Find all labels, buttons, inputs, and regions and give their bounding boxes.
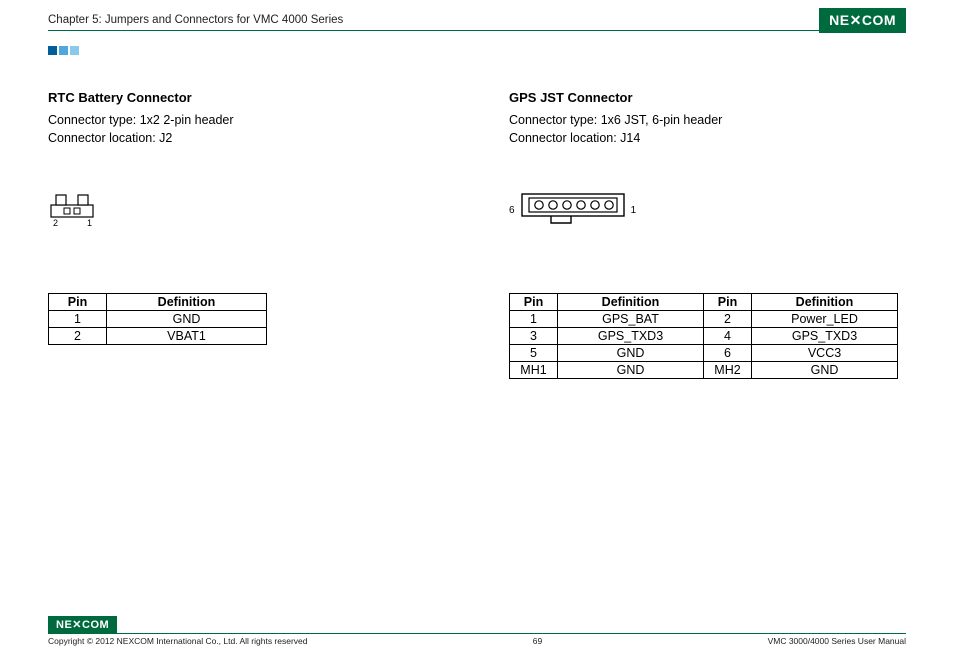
square-icon bbox=[59, 46, 68, 55]
rtc-battery-section: RTC Battery Connector Connector type: 1x… bbox=[48, 90, 445, 379]
cell-definition: GND bbox=[752, 362, 898, 379]
main-content: RTC Battery Connector Connector type: 1x… bbox=[48, 90, 906, 379]
table-row: 2 VBAT1 bbox=[49, 328, 267, 345]
footer-text-line: Copyright © 2012 NEXCOM International Co… bbox=[48, 636, 906, 646]
header-divider bbox=[48, 30, 906, 31]
col-header-definition: Definition bbox=[558, 294, 704, 311]
col-header-definition: Definition bbox=[752, 294, 898, 311]
connector-diagram-1x2: 2 1 bbox=[48, 189, 445, 243]
connector-diagram-1x6: 6 1 bbox=[509, 189, 906, 243]
cell-definition: GPS_TXD3 bbox=[752, 328, 898, 345]
connector-location-line: Connector location: J2 bbox=[48, 129, 445, 147]
footer-divider bbox=[48, 633, 906, 634]
table-row: 5 GND 6 VCC3 bbox=[510, 345, 898, 362]
table-row: MH1 GND MH2 GND bbox=[510, 362, 898, 379]
table-row: 1 GPS_BAT 2 Power_LED bbox=[510, 311, 898, 328]
table-row: 3 GPS_TXD3 4 GPS_TXD3 bbox=[510, 328, 898, 345]
decorative-squares bbox=[48, 46, 79, 55]
connector-location-line: Connector location: J14 bbox=[509, 129, 906, 147]
pin-label-2: 2 bbox=[53, 218, 58, 228]
brand-logo-top: NE✕COM bbox=[819, 8, 906, 33]
cell-definition: GPS_BAT bbox=[558, 311, 704, 328]
cell-pin: 4 bbox=[704, 328, 752, 345]
pin-label-1: 1 bbox=[631, 205, 637, 216]
square-icon bbox=[70, 46, 79, 55]
connector-1x6-icon bbox=[521, 193, 625, 227]
cell-definition: GND bbox=[558, 345, 704, 362]
cell-definition: Power_LED bbox=[752, 311, 898, 328]
page-header: Chapter 5: Jumpers and Connectors for VM… bbox=[48, 14, 906, 31]
cell-definition: VBAT1 bbox=[107, 328, 267, 345]
gps-pin-table: Pin Definition Pin Definition 1 GPS_BAT … bbox=[509, 293, 898, 379]
cell-pin: 6 bbox=[704, 345, 752, 362]
cell-definition: GND bbox=[558, 362, 704, 379]
col-header-definition: Definition bbox=[107, 294, 267, 311]
cell-pin: 1 bbox=[49, 311, 107, 328]
col-header-pin: Pin bbox=[704, 294, 752, 311]
cell-definition: GND bbox=[107, 311, 267, 328]
chapter-title: Chapter 5: Jumpers and Connectors for VM… bbox=[48, 14, 906, 26]
connector-type-line: Connector type: 1x6 JST, 6-pin header bbox=[509, 111, 906, 129]
cell-pin: 1 bbox=[510, 311, 558, 328]
table-header-row: Pin Definition Pin Definition bbox=[510, 294, 898, 311]
pin-label-6: 6 bbox=[509, 205, 515, 216]
page-footer: NE✕COM Copyright © 2012 NEXCOM Internati… bbox=[48, 615, 906, 646]
manual-title: VMC 3000/4000 Series User Manual bbox=[768, 636, 906, 646]
brand-logo-bottom: NE✕COM bbox=[48, 616, 117, 633]
gps-jst-section: GPS JST Connector Connector type: 1x6 JS… bbox=[509, 90, 906, 379]
cell-pin: 2 bbox=[49, 328, 107, 345]
cell-pin: MH2 bbox=[704, 362, 752, 379]
table-row: 1 GND bbox=[49, 311, 267, 328]
rtc-pin-table: Pin Definition 1 GND 2 VBAT1 bbox=[48, 293, 267, 345]
section-title: RTC Battery Connector bbox=[48, 90, 445, 105]
cell-pin: 3 bbox=[510, 328, 558, 345]
cell-definition: GPS_TXD3 bbox=[558, 328, 704, 345]
section-title: GPS JST Connector bbox=[509, 90, 906, 105]
connector-type-line: Connector type: 1x2 2-pin header bbox=[48, 111, 445, 129]
cell-pin: 2 bbox=[704, 311, 752, 328]
copyright-text: Copyright © 2012 NEXCOM International Co… bbox=[48, 636, 308, 646]
cell-definition: VCC3 bbox=[752, 345, 898, 362]
square-icon bbox=[48, 46, 57, 55]
col-header-pin: Pin bbox=[49, 294, 107, 311]
pin-label-1: 1 bbox=[87, 218, 92, 228]
page-number: 69 bbox=[308, 636, 768, 646]
connector-1x2-icon: 2 1 bbox=[50, 189, 104, 229]
table-header-row: Pin Definition bbox=[49, 294, 267, 311]
cell-pin: MH1 bbox=[510, 362, 558, 379]
col-header-pin: Pin bbox=[510, 294, 558, 311]
cell-pin: 5 bbox=[510, 345, 558, 362]
